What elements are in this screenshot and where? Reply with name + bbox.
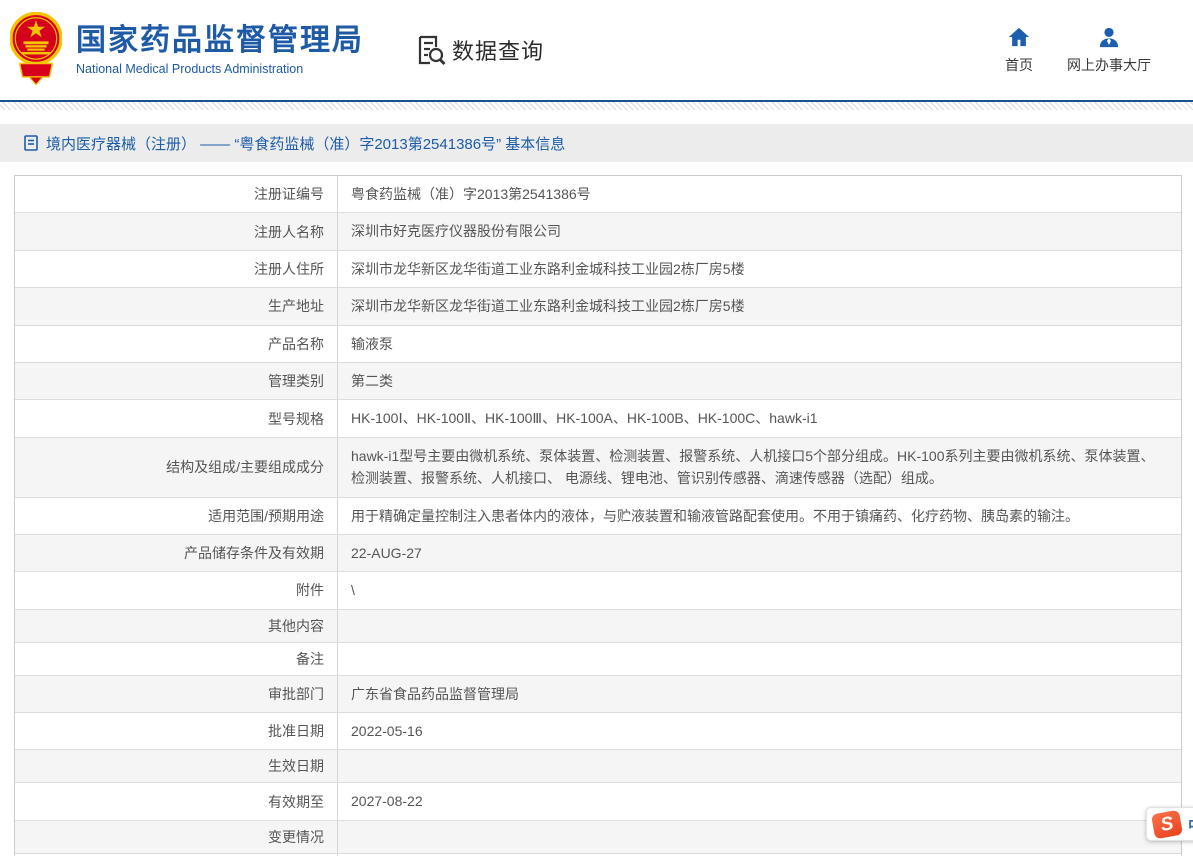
- data-query-tab[interactable]: 数据查询: [416, 34, 544, 66]
- table-row: 型号规格 HK-100Ⅰ、HK-100Ⅱ、HK-100Ⅲ、HK-100A、HK-…: [15, 399, 1181, 436]
- row-value: 2027-08-22: [338, 783, 1181, 819]
- data-query-icon: [416, 34, 446, 66]
- breadcrumb: 境内医疗器械（注册） —— “粤食药监械（准）字2013第2541386号” 基…: [0, 124, 1193, 162]
- row-label: 适用范围/预期用途: [15, 498, 338, 534]
- table-row: 适用范围/预期用途 用于精确定量控制注入患者体内的液体，与贮液装置和输液管路配套…: [15, 497, 1181, 534]
- data-query-label: 数据查询: [452, 34, 544, 66]
- document-icon: [24, 135, 38, 151]
- row-label: 产品储存条件及有效期: [15, 535, 338, 571]
- table-row: 变更情况: [15, 820, 1181, 853]
- row-label: 附件: [15, 572, 338, 608]
- row-value: HK-100Ⅰ、HK-100Ⅱ、HK-100Ⅲ、HK-100A、HK-100B、…: [338, 400, 1181, 436]
- spacer: [0, 162, 1193, 175]
- row-label: 审批部门: [15, 676, 338, 712]
- row-value: [338, 750, 1181, 782]
- org-title-zh: 国家药品监督管理局: [76, 24, 364, 57]
- table-row: 注册人名称 深圳市好克医疗仪器股份有限公司: [15, 212, 1181, 249]
- ime-logo-icon: S: [1151, 809, 1183, 838]
- nav-item-home[interactable]: 首页: [1005, 26, 1033, 75]
- row-value: 第二类: [338, 363, 1181, 399]
- row-value: 深圳市好克医疗仪器股份有限公司: [338, 213, 1181, 249]
- table-row: 注册证编号 粤食药监械（准）字2013第2541386号: [15, 176, 1181, 212]
- table-row: 产品储存条件及有效期 22-AUG-27: [15, 534, 1181, 571]
- table-row: 有效期至 2027-08-22: [15, 782, 1181, 819]
- table-row: 附件 \: [15, 571, 1181, 608]
- nav-item-service-hall[interactable]: 网上办事大厅: [1067, 26, 1151, 75]
- spacer: [0, 110, 1193, 124]
- row-label: 生产地址: [15, 288, 338, 324]
- row-label: 其他内容: [15, 610, 338, 642]
- row-label: 管理类别: [15, 363, 338, 399]
- row-value: 2022-05-16: [338, 713, 1181, 749]
- nmpa-logo: 国家药品监督管理局 National Medical Products Admi…: [10, 12, 364, 88]
- table-row: 结构及组成/主要组成成分 hawk-i1型号主要由微机系统、泵体装置、检测装置、…: [15, 437, 1181, 497]
- hatch-band: [0, 102, 1193, 110]
- row-label: 批准日期: [15, 713, 338, 749]
- row-value: [338, 821, 1181, 853]
- table-row: 批准日期 2022-05-16: [15, 712, 1181, 749]
- row-value: 广东省食品药品监督管理局: [338, 676, 1181, 712]
- top-nav: 首页 网上办事大厅: [1005, 26, 1151, 75]
- nav-item-label: 首页: [1005, 55, 1033, 75]
- row-value: \: [338, 572, 1181, 608]
- row-value: 输液泵: [338, 326, 1181, 362]
- row-value: hawk-i1型号主要由微机系统、泵体装置、检测装置、报警系统、人机接口5个部分…: [338, 438, 1181, 497]
- row-value: 深圳市龙华新区龙华街道工业东路利金城科技工业园2栋厂房5楼: [338, 251, 1181, 287]
- row-label: 注册证编号: [15, 176, 338, 212]
- row-value: 深圳市龙华新区龙华街道工业东路利金城科技工业园2栋厂房5楼: [338, 288, 1181, 324]
- row-label: 生效日期: [15, 750, 338, 782]
- table-row: 管理类别 第二类: [15, 362, 1181, 399]
- row-label: 变更情况: [15, 821, 338, 853]
- table-row: 产品名称 输液泵: [15, 325, 1181, 362]
- page-title: 境内医疗器械（注册） —— “粤食药监械（准）字2013第2541386号” 基…: [46, 133, 565, 154]
- table-row: 注册人住所 深圳市龙华新区龙华街道工业东路利金城科技工业园2栋厂房5楼: [15, 250, 1181, 287]
- org-title-en: National Medical Products Administration: [76, 62, 364, 76]
- national-emblem-icon: [10, 12, 62, 88]
- table-row: 审批部门 广东省食品药品监督管理局: [15, 675, 1181, 712]
- table-row: 其他内容: [15, 609, 1181, 642]
- row-value: [338, 643, 1181, 675]
- ime-lang-indicator: 中: [1188, 812, 1193, 836]
- page-header: 国家药品监督管理局 National Medical Products Admi…: [0, 0, 1193, 100]
- row-value: 粤食药监械（准）字2013第2541386号: [338, 176, 1181, 212]
- table-row: 生效日期: [15, 749, 1181, 782]
- home-icon: [1008, 26, 1030, 48]
- table-row: 生产地址 深圳市龙华新区龙华街道工业东路利金城科技工业园2栋厂房5楼: [15, 287, 1181, 324]
- row-label: 注册人住所: [15, 251, 338, 287]
- ime-status-widget[interactable]: S 中: [1146, 807, 1193, 841]
- registration-info-table: 注册证编号 粤食药监械（准）字2013第2541386号 注册人名称 深圳市好克…: [14, 175, 1182, 856]
- nav-item-label: 网上办事大厅: [1067, 55, 1151, 75]
- row-value: 22-AUG-27: [338, 535, 1181, 571]
- row-label: 结构及组成/主要组成成分: [15, 438, 338, 497]
- row-value: 用于精确定量控制注入患者体内的液体，与贮液装置和输液管路配套使用。不用于镇痛药、…: [338, 498, 1181, 534]
- row-label: 有效期至: [15, 783, 338, 819]
- row-label: 备注: [15, 643, 338, 675]
- user-icon: [1098, 26, 1120, 48]
- row-label: 注册人名称: [15, 213, 338, 249]
- row-value: [338, 610, 1181, 642]
- row-label: 产品名称: [15, 326, 338, 362]
- row-label: 型号规格: [15, 400, 338, 436]
- table-row: 备注: [15, 642, 1181, 675]
